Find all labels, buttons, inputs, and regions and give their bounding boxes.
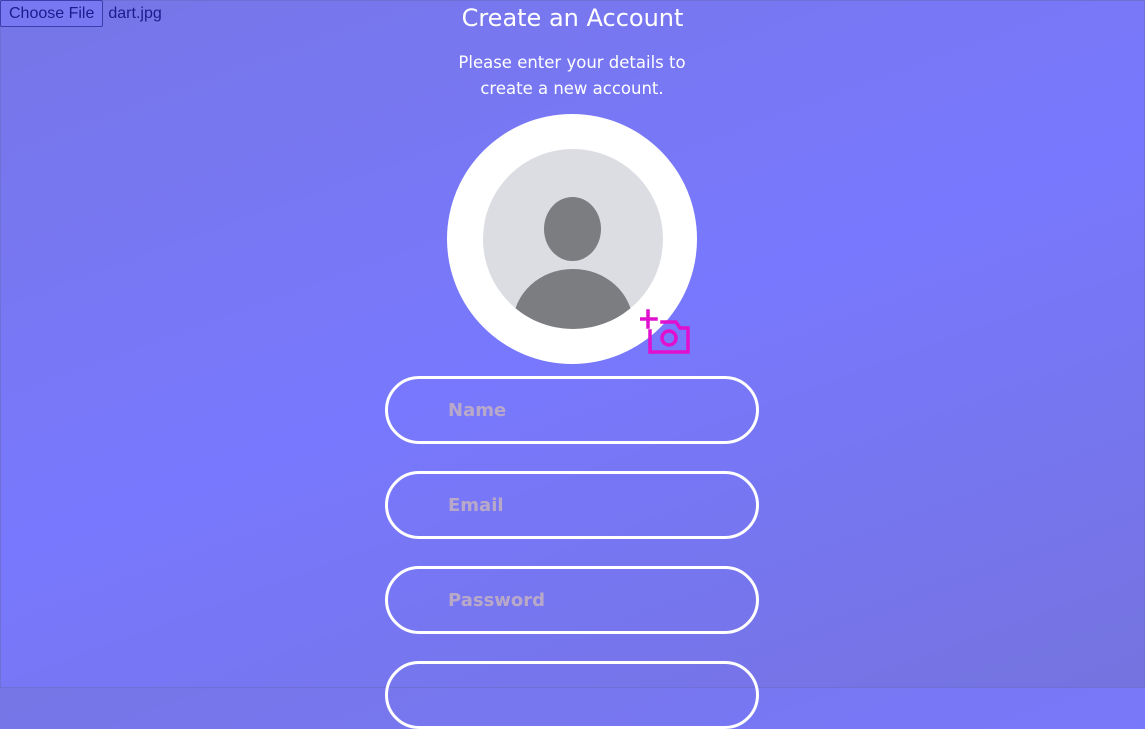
email-placeholder: Email (448, 494, 504, 516)
name-field[interactable]: Name (385, 376, 759, 444)
password-field[interactable]: Password (385, 566, 759, 634)
page-subtitle: Please enter your details to create a ne… (458, 53, 686, 98)
email-field[interactable]: Email (385, 471, 759, 539)
page-title: Create an Account (461, 4, 684, 32)
avatar-body (513, 269, 633, 329)
user-placeholder-icon (483, 149, 663, 329)
confirm-field[interactable] (385, 661, 759, 729)
add-photo-camera-icon[interactable] (640, 308, 694, 358)
password-placeholder: Password (448, 589, 546, 611)
avatar-head (544, 197, 601, 261)
name-placeholder: Name (448, 399, 507, 421)
